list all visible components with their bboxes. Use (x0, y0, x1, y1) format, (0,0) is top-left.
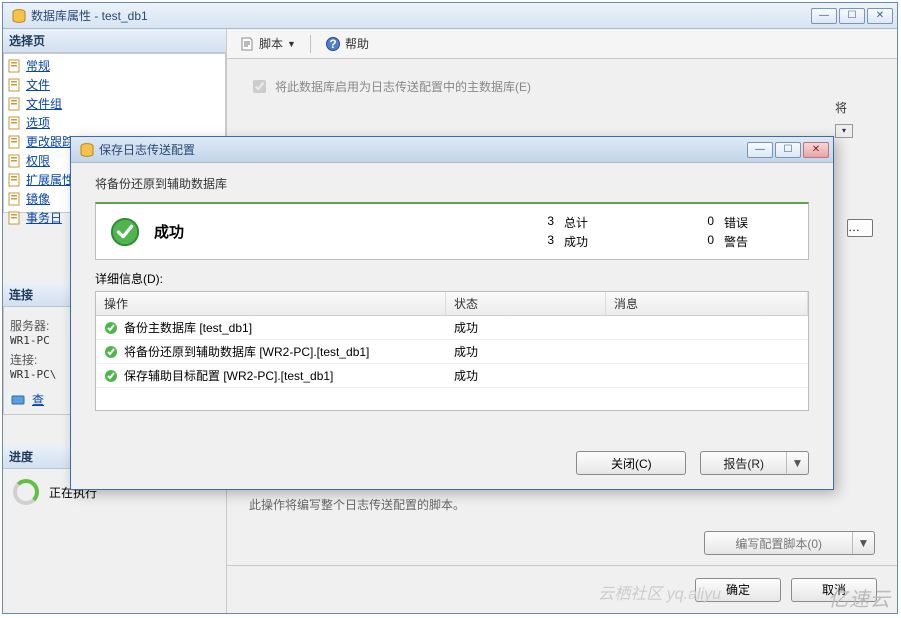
page-icon (8, 154, 22, 168)
success-icon (104, 369, 118, 383)
dialog-close-button[interactable]: ✕ (803, 142, 829, 158)
error-label: 错误 (724, 214, 784, 231)
success-icon (110, 217, 140, 247)
warn-count: 0 (654, 233, 714, 250)
page-icon (8, 97, 22, 111)
status-summary: 成功 3 总计 0 错误 3 成功 0 警告 (95, 202, 809, 260)
toolbar: 脚本 ▼ ? 帮助 (227, 29, 897, 59)
report-button[interactable]: 报告(R) ▼ (700, 451, 809, 475)
help-label: 帮助 (345, 35, 369, 52)
page-icon (8, 173, 22, 187)
col-operation[interactable]: 操作 (96, 292, 446, 315)
page-icon (8, 211, 22, 225)
toolbar-separator (310, 35, 311, 53)
table-header: 操作 状态 消息 (96, 292, 808, 316)
page-icon (8, 116, 22, 130)
svg-text:?: ? (329, 37, 336, 51)
page-item-label: 扩展属性 (26, 171, 74, 188)
enable-logshipping-label: 将此数据库启用为日志传送配置中的主数据库(E) (275, 78, 531, 95)
col-message[interactable]: 消息 (606, 292, 808, 315)
page-icon (8, 59, 22, 73)
chevron-down-icon[interactable]: ▼ (786, 452, 808, 474)
page-item-label: 权限 (26, 152, 50, 169)
script-dropdown[interactable]: 脚本 ▼ (235, 33, 300, 54)
total-label: 总计 (564, 214, 644, 231)
success-icon (104, 321, 118, 335)
success-label: 成功 (564, 233, 644, 250)
row-status-text: 成功 (454, 343, 478, 360)
dialog-minimize-button[interactable]: — (747, 142, 773, 158)
table-row[interactable]: 将备份还原到辅助数据库 [WR2-PC].[test_db1] 成功 (96, 340, 808, 364)
select-page-header: 选择页 (3, 29, 226, 53)
page-item-label: 常规 (26, 57, 50, 74)
row-status-text: 成功 (454, 319, 478, 336)
progress-spinner-icon (13, 479, 39, 505)
details-label: 详细信息(D): (95, 270, 809, 287)
save-logshipping-dialog: 保存日志传送配置 — ☐ ✕ 将备份还原到辅助数据库 成功 3 总计 0 错误 … (70, 136, 834, 490)
sidebar-page-item[interactable]: 文件组 (6, 94, 223, 113)
cancel-button[interactable]: 取消 (791, 578, 877, 602)
details-table: 操作 状态 消息 备份主数据库 [test_db1] 成功 将备份还原到辅助数据… (95, 291, 809, 411)
database-icon (11, 8, 27, 24)
dialog-maximize-button[interactable]: ☐ (775, 142, 801, 158)
chevron-down-icon[interactable]: ▼ (852, 532, 874, 554)
page-item-label: 选项 (26, 114, 50, 131)
page-icon (8, 192, 22, 206)
write-script-button[interactable]: 编写配置脚本(0) ▼ (704, 531, 875, 555)
dialog-title: 保存日志传送配置 (99, 141, 747, 158)
success-count: 3 (514, 233, 554, 250)
database-icon (79, 142, 95, 158)
ok-button[interactable]: 确定 (695, 578, 781, 602)
chevron-down-icon: ▼ (287, 39, 296, 49)
help-icon: ? (325, 36, 341, 52)
page-icon (8, 135, 22, 149)
browse-button[interactable]: … (847, 219, 873, 237)
error-count: 0 (654, 214, 714, 231)
enable-logshipping-input[interactable] (253, 80, 266, 93)
page-icon (8, 78, 22, 92)
report-label: 报告(R) (701, 452, 786, 474)
maximize-button[interactable]: ☐ (839, 8, 865, 24)
row-op-text: 备份主数据库 [test_db1] (124, 319, 252, 336)
dialog-titlebar: 保存日志传送配置 — ☐ ✕ (71, 137, 833, 163)
minimize-button[interactable]: — (811, 8, 837, 24)
warn-label: 警告 (724, 233, 784, 250)
page-item-label: 事务日 (26, 209, 62, 226)
table-row[interactable]: 备份主数据库 [test_db1] 成功 (96, 316, 808, 340)
sidebar-page-item[interactable]: 常规 (6, 56, 223, 75)
main-close-button[interactable]: ✕ (867, 8, 893, 24)
connection-icon (10, 392, 26, 408)
status-title: 成功 (154, 221, 334, 242)
total-count: 3 (514, 214, 554, 231)
help-button[interactable]: ? 帮助 (321, 33, 373, 54)
view-connection-text: 查 (32, 391, 44, 408)
sidebar-page-item[interactable]: 选项 (6, 113, 223, 132)
dialog-close-btn[interactable]: 关闭(C) (576, 451, 686, 475)
enable-logshipping-checkbox[interactable]: 将此数据库启用为日志传送配置中的主数据库(E) (249, 77, 875, 96)
row-status-text: 成功 (454, 367, 478, 384)
sidebar-page-item[interactable]: 文件 (6, 75, 223, 94)
main-titlebar: 数据库属性 - test_db1 — ☐ ✕ (3, 3, 897, 29)
page-item-label: 文件组 (26, 95, 62, 112)
page-item-label: 更改跟踪 (26, 133, 74, 150)
success-icon (104, 345, 118, 359)
row-op-text: 保存辅助目标配置 [WR2-PC].[test_db1] (124, 367, 333, 384)
col-status[interactable]: 状态 (446, 292, 606, 315)
page-item-label: 镜像 (26, 190, 50, 207)
row-op-text: 将备份还原到辅助数据库 [WR2-PC].[test_db1] (124, 343, 369, 360)
write-script-label: 编写配置脚本(0) (705, 532, 852, 554)
restore-label: 将备份还原到辅助数据库 (95, 175, 809, 192)
script-label: 脚本 (259, 35, 283, 52)
spin-down-icon[interactable]: ▾ (835, 124, 853, 138)
partial-side-text: 将 ▾ (835, 99, 875, 138)
page-item-label: 文件 (26, 76, 50, 93)
script-icon (239, 36, 255, 52)
window-title: 数据库属性 - test_db1 (31, 7, 811, 24)
table-row[interactable]: 保存辅助目标配置 [WR2-PC].[test_db1] 成功 (96, 364, 808, 388)
hint-text: 此操作将编写整个日志传送配置的脚本。 (249, 496, 875, 513)
